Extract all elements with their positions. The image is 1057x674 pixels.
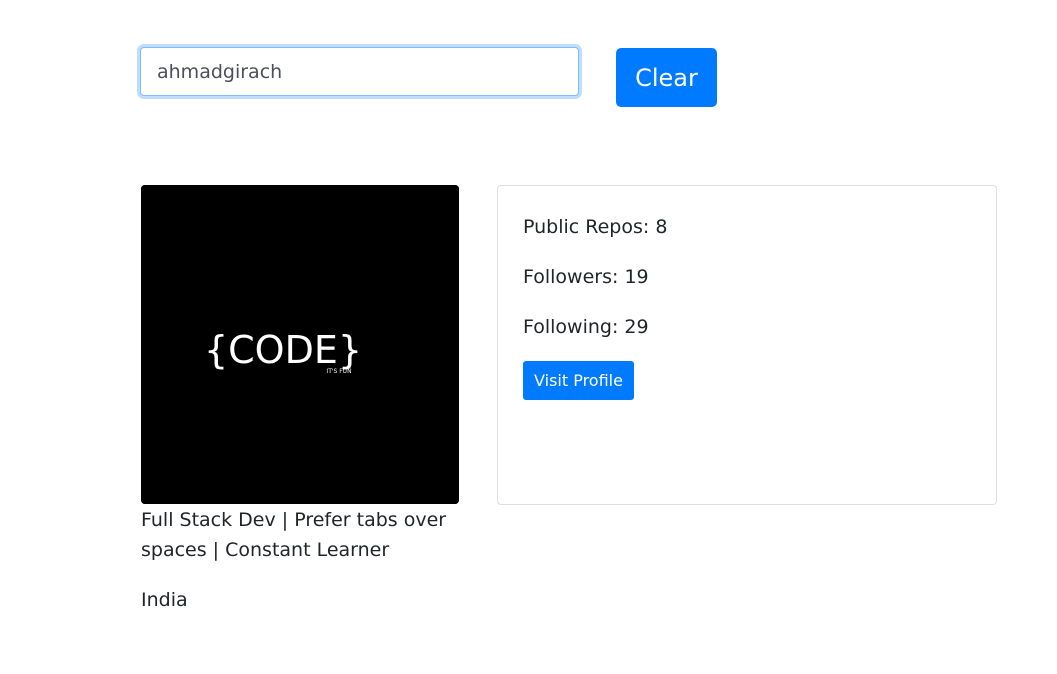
- avatar-logo-subtext: IT'S FUN: [326, 368, 351, 375]
- following-count: Following: 29: [523, 316, 649, 338]
- visit-profile-button[interactable]: Visit Profile: [523, 361, 634, 400]
- username-search-input[interactable]: [140, 47, 579, 96]
- avatar: {CODE} IT'S FUN: [141, 185, 459, 504]
- code-logo-image: {CODE} IT'S FUN: [141, 185, 459, 504]
- public-repos-count: Public Repos: 8: [523, 216, 668, 238]
- avatar-logo-text: {CODE}: [204, 328, 362, 372]
- followers-count: Followers: 19: [523, 266, 649, 288]
- user-location: India: [141, 589, 188, 611]
- clear-button[interactable]: Clear: [616, 48, 717, 107]
- user-bio: Full Stack Dev | Prefer tabs over spaces…: [141, 509, 447, 561]
- stats-card: Public Repos: 8 Followers: 19 Following:…: [497, 185, 997, 505]
